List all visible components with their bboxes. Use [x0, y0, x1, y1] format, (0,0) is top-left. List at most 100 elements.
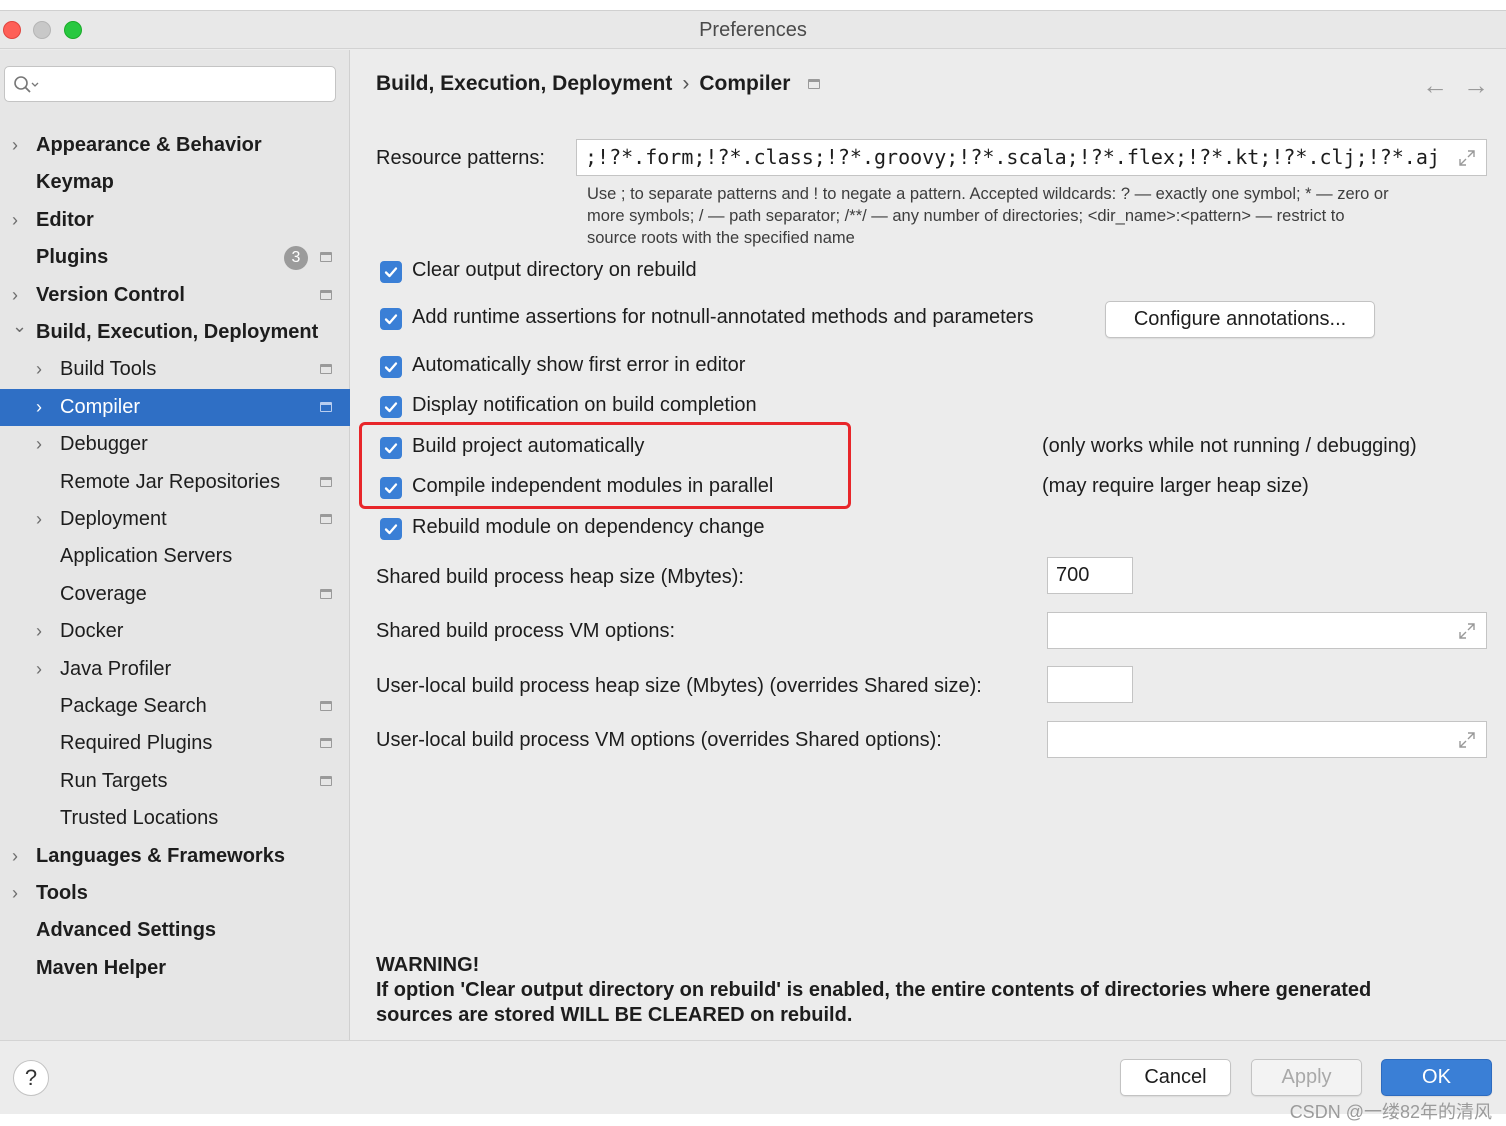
ok-button[interactable]: OK [1381, 1059, 1492, 1096]
sidebar-item-application-servers[interactable]: Application Servers [0, 538, 350, 575]
shared-heap-input[interactable]: 700 [1047, 557, 1133, 594]
sidebar-item-advanced-settings[interactable]: Advanced Settings [0, 912, 350, 949]
user-vm-options-input[interactable] [1047, 721, 1487, 758]
sidebar-item-label: Required Plugins [60, 732, 213, 754]
preferences-window: Preferences › Appearance & Behavior Keymap… [0, 10, 1506, 1114]
sidebar-item-debugger[interactable]: › Debugger [0, 426, 350, 463]
breadcrumb: Build, Execution, Deployment › Compiler [376, 72, 821, 96]
cancel-button[interactable]: Cancel [1120, 1059, 1231, 1096]
sidebar-item-remote-jar-repositories[interactable]: Remote Jar Repositories [0, 464, 350, 501]
option-label[interactable]: Display notification on build completion [412, 394, 757, 417]
sidebar-item-label: Languages & Frameworks [36, 845, 285, 867]
sidebar-item-maven-helper[interactable]: Maven Helper [0, 950, 350, 987]
sidebar-item-label: Remote Jar Repositories [60, 471, 281, 493]
hint-line: Use ; to separate patterns and ! to nega… [587, 185, 1389, 203]
breadcrumb-parent[interactable]: Build, Execution, Deployment [376, 72, 672, 95]
configure-annotations-button[interactable]: Configure annotations... [1105, 301, 1375, 338]
option-note: (may require larger heap size) [1042, 475, 1309, 497]
project-scope-icon [320, 252, 332, 262]
sidebar-item-keymap[interactable]: Keymap [0, 164, 350, 201]
sidebar-item-label: Run Targets [60, 770, 168, 792]
option-checkbox[interactable] [380, 518, 402, 540]
shared-vm-options-input[interactable] [1047, 612, 1487, 649]
warning-title: WARNING! [376, 954, 480, 976]
settings-sidebar: › Appearance & Behavior Keymap › Editor Plugi… [0, 50, 350, 1040]
sidebar-item-run-targets[interactable]: Run Targets [0, 763, 350, 800]
sidebar-item-label: Compiler [60, 396, 141, 418]
sidebar-item-label: Build, Execution, Deployment [36, 321, 319, 343]
chevron-right-icon[interactable]: › [36, 501, 50, 538]
sidebar-item-required-plugins[interactable]: Required Plugins [0, 725, 350, 762]
watermark: CSDN @一缕82年的清风 [1289, 1102, 1492, 1122]
checkmark-icon [384, 524, 398, 535]
sidebar-item-trusted-locations[interactable]: Trusted Locations [0, 800, 350, 837]
project-scope-icon [320, 290, 332, 300]
option-label[interactable]: Clear output directory on rebuild [412, 259, 697, 282]
window-title: Preferences [699, 19, 807, 41]
sidebar-item-deployment[interactable]: › Deployment [0, 501, 350, 538]
back-arrow-icon[interactable]: ← [1422, 70, 1448, 101]
option-checkbox[interactable] [380, 396, 402, 418]
sidebar-item-label: Keymap [36, 171, 114, 193]
chevron-right-icon[interactable]: › [12, 838, 26, 875]
sidebar-item-tools[interactable]: › Tools [0, 875, 350, 912]
chevron-down-icon[interactable]: ⌄ [12, 308, 27, 345]
sidebar-item-docker[interactable]: › Docker [0, 613, 350, 650]
chevron-right-icon[interactable]: › [36, 613, 50, 650]
checkmark-icon [384, 267, 398, 278]
resource-patterns-hint: Use ; to separate patterns and ! to nega… [587, 183, 1487, 249]
checkmark-icon [384, 362, 398, 373]
option-label[interactable]: Rebuild module on dependency change [412, 516, 765, 539]
sidebar-item-label: Application Servers [60, 545, 233, 567]
checkmark-icon [384, 402, 398, 413]
dialog-footer: ? Cancel Apply OK [0, 1040, 1506, 1114]
sidebar-item-version-control[interactable]: › Version Control [0, 277, 350, 314]
user-heap-input[interactable] [1047, 666, 1133, 703]
chevron-right-icon[interactable]: › [12, 127, 26, 164]
annotation-highlight-box [359, 422, 851, 509]
apply-button[interactable]: Apply [1251, 1059, 1362, 1096]
sidebar-item-label: Appearance & Behavior [36, 134, 262, 156]
sidebar-item-java-profiler[interactable]: › Java Profiler [0, 651, 350, 688]
chevron-right-icon[interactable]: › [36, 389, 50, 426]
settings-search-input[interactable] [4, 66, 336, 102]
sidebar-item-build-execution-deployment[interactable]: ⌄ Build, Execution, Deployment [0, 314, 350, 351]
expand-icon[interactable] [1458, 149, 1476, 167]
sidebar-item-plugins[interactable]: Plugins 3 [0, 239, 350, 276]
shared-vm-options-label: Shared build process VM options: [376, 620, 676, 642]
update-count-badge: 3 [284, 246, 308, 270]
sidebar-item-package-search[interactable]: Package Search [0, 688, 350, 725]
option-checkbox[interactable] [380, 308, 402, 330]
forward-arrow-icon[interactable]: → [1463, 70, 1489, 101]
option-label[interactable]: Automatically show first error in editor [412, 354, 745, 377]
option-label[interactable]: Add runtime assertions for notnull-annot… [412, 306, 1033, 329]
expand-icon[interactable] [1458, 622, 1476, 640]
chevron-right-icon[interactable]: › [12, 202, 26, 239]
project-scope-icon [320, 364, 332, 374]
sidebar-item-build-tools[interactable]: › Build Tools [0, 351, 350, 388]
sidebar-item-label: Deployment [60, 508, 167, 530]
checkmark-icon [384, 314, 398, 325]
sidebar-item-label: Package Search [60, 695, 207, 717]
resource-patterns-input[interactable]: ;!?*.form;!?*.class;!?*.groovy;!?*.scala… [576, 139, 1487, 176]
sidebar-item-appearance-behavior[interactable]: › Appearance & Behavior [0, 127, 350, 164]
project-scope-icon [320, 477, 332, 487]
option-checkbox[interactable] [380, 261, 402, 283]
sidebar-item-label: Maven Helper [36, 957, 167, 979]
option-checkbox[interactable] [380, 356, 402, 378]
chevron-right-icon[interactable]: › [36, 651, 50, 688]
sidebar-item-coverage[interactable]: Coverage [0, 576, 350, 613]
project-scope-icon [808, 79, 821, 90]
shared-heap-label: Shared build process heap size (Mbytes): [376, 566, 744, 588]
help-button[interactable]: ? [13, 1060, 49, 1096]
sidebar-item-compiler[interactable]: › Compiler [0, 389, 350, 426]
sidebar-item-label: Debugger [60, 433, 148, 455]
sidebar-item-label: Docker [60, 620, 124, 642]
chevron-right-icon[interactable]: › [36, 351, 50, 388]
sidebar-item-languages-frameworks[interactable]: › Languages & Frameworks [0, 838, 350, 875]
expand-icon[interactable] [1458, 731, 1476, 749]
chevron-right-icon[interactable]: › [36, 426, 50, 463]
project-scope-icon [320, 514, 332, 524]
chevron-right-icon[interactable]: › [12, 875, 26, 912]
sidebar-item-editor[interactable]: › Editor [0, 202, 350, 239]
